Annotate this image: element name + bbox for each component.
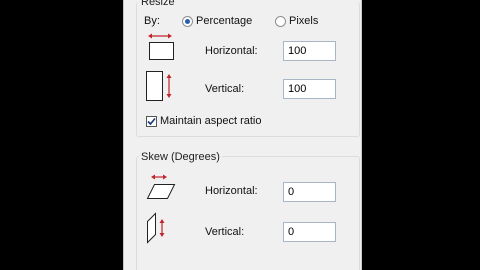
by-label: By: bbox=[144, 15, 160, 27]
pixels-radio[interactable] bbox=[275, 16, 286, 27]
checkmark-icon bbox=[147, 117, 156, 126]
resize-horizontal-input[interactable] bbox=[283, 41, 336, 61]
maintain-aspect-checkbox[interactable] bbox=[146, 116, 157, 127]
skew-vertical-icon bbox=[147, 212, 165, 244]
skew-vertical-label: Vertical: bbox=[205, 226, 245, 238]
skew-group-title: Skew (Degrees) bbox=[139, 151, 222, 163]
skew-vertical-input[interactable] bbox=[283, 222, 336, 242]
resize-group: Resize By: Percentage Pixels Horizontal:… bbox=[136, 0, 360, 137]
resize-vertical-input[interactable] bbox=[283, 79, 336, 99]
percentage-label[interactable]: Percentage bbox=[196, 15, 252, 27]
skew-group: Skew (Degrees) Horizontal: Vertical: bbox=[136, 151, 360, 270]
resize-group-title: Resize bbox=[139, 0, 177, 8]
skew-horizontal-input[interactable] bbox=[283, 182, 336, 202]
resize-vertical-icon bbox=[146, 71, 172, 101]
resize-skew-dialog: Resize By: Percentage Pixels Horizontal:… bbox=[123, 0, 362, 270]
resize-horizontal-icon bbox=[148, 33, 174, 60]
resize-horizontal-label: Horizontal: bbox=[205, 45, 258, 57]
maintain-aspect-label[interactable]: Maintain aspect ratio bbox=[160, 115, 262, 127]
skew-horizontal-label: Horizontal: bbox=[205, 185, 258, 197]
skew-horizontal-icon bbox=[146, 174, 176, 199]
percentage-radio[interactable] bbox=[182, 16, 193, 27]
resize-vertical-label: Vertical: bbox=[205, 83, 245, 95]
pixels-label[interactable]: Pixels bbox=[289, 15, 318, 27]
